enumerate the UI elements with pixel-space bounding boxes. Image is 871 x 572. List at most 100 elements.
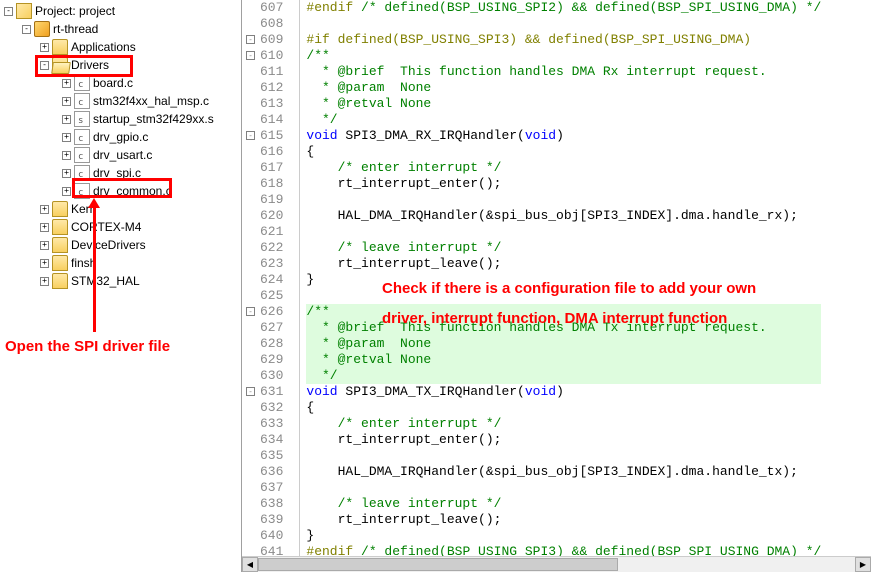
tree-node-board-c[interactable]: + board.c <box>0 74 241 92</box>
project-tree-pane: - Project: project - rt-thread + Applica… <box>0 0 242 572</box>
tree-node-kernel[interactable]: + Kern <box>0 200 241 218</box>
code-editor-pane: 607608609-610-611612613614615-6166176186… <box>242 0 871 572</box>
horizontal-scrollbar[interactable]: ◀ ▶ <box>242 556 871 572</box>
code-line[interactable]: */ <box>306 368 821 384</box>
expander-plus-icon[interactable]: + <box>62 79 71 88</box>
fold-toggle-icon[interactable]: - <box>246 387 255 396</box>
code-line[interactable]: void SPI3_DMA_TX_IRQHandler(void) <box>306 384 821 400</box>
code-line[interactable]: * @brief This function handles DMA Rx in… <box>306 64 821 80</box>
tree-node-hal-msp-c[interactable]: + stm32f4xx_hal_msp.c <box>0 92 241 110</box>
code-line[interactable]: /* leave interrupt */ <box>306 240 821 256</box>
c-file-icon <box>74 129 90 145</box>
line-number: 632 <box>260 400 283 416</box>
line-number: 631- <box>260 384 283 400</box>
code-line[interactable]: /* enter interrupt */ <box>306 160 821 176</box>
tree-node-drv-spi-c[interactable]: + drv_spi.c <box>0 164 241 182</box>
code-line[interactable]: } <box>306 528 821 544</box>
code-line[interactable]: #if defined(BSP_USING_SPI3) && defined(B… <box>306 32 821 48</box>
line-number: 640 <box>260 528 283 544</box>
code-line[interactable] <box>306 448 821 464</box>
tree-label: Kern <box>71 200 96 218</box>
expander-minus-icon[interactable]: - <box>22 25 31 34</box>
code-line[interactable] <box>306 288 821 304</box>
code-line[interactable]: void SPI3_DMA_RX_IRQHandler(void) <box>306 128 821 144</box>
code-line[interactable]: */ <box>306 112 821 128</box>
expander-plus-icon[interactable]: + <box>62 115 71 124</box>
code-line[interactable]: * @param None <box>306 336 821 352</box>
expander-minus-icon[interactable]: - <box>40 61 49 70</box>
expander-plus-icon[interactable]: + <box>62 97 71 106</box>
line-number: 615- <box>260 128 283 144</box>
expander-plus-icon[interactable]: + <box>40 241 49 250</box>
expander-plus-icon[interactable]: + <box>40 223 49 232</box>
code-line[interactable]: rt_interrupt_leave(); <box>306 256 821 272</box>
fold-toggle-icon[interactable]: - <box>246 307 255 316</box>
code-line[interactable]: * @retval None <box>306 96 821 112</box>
code-line[interactable]: rt_interrupt_enter(); <box>306 432 821 448</box>
code-line[interactable] <box>306 192 821 208</box>
tree-node-applications[interactable]: + Applications <box>0 38 241 56</box>
line-number: 633 <box>260 416 283 432</box>
code-line[interactable]: * @retval None <box>306 352 821 368</box>
code-line[interactable]: #endif /* defined(BSP_USING_SPI2) && def… <box>306 0 821 16</box>
tree-node-drv-gpio-c[interactable]: + drv_gpio.c <box>0 128 241 146</box>
fold-toggle-icon[interactable]: - <box>246 35 255 44</box>
scroll-left-icon[interactable]: ◀ <box>242 557 258 572</box>
line-number: 625 <box>260 288 283 304</box>
scrollbar-track[interactable] <box>258 557 855 572</box>
c-file-icon <box>74 147 90 163</box>
tree-node-drv-usart-c[interactable]: + drv_usart.c <box>0 146 241 164</box>
code-line[interactable]: rt_interrupt_enter(); <box>306 176 821 192</box>
code-line[interactable]: HAL_DMA_IRQHandler(&spi_bus_obj[SPI3_IND… <box>306 208 821 224</box>
code-line[interactable]: } <box>306 272 821 288</box>
project-icon <box>16 3 32 19</box>
code-line[interactable] <box>306 224 821 240</box>
line-number: 622 <box>260 240 283 256</box>
code-line[interactable]: /** <box>306 48 821 64</box>
expander-plus-icon[interactable]: + <box>62 151 71 160</box>
scrollbar-thumb[interactable] <box>258 558 618 571</box>
project-root-node[interactable]: - Project: project <box>0 2 241 20</box>
asm-file-icon <box>74 111 90 127</box>
code-line[interactable]: HAL_DMA_IRQHandler(&spi_bus_obj[SPI3_IND… <box>306 464 821 480</box>
line-number: 621 <box>260 224 283 240</box>
code-content[interactable]: #endif /* defined(BSP_USING_SPI2) && def… <box>300 0 821 572</box>
tree-node-cortex-m4[interactable]: + CORTEX-M4 <box>0 218 241 236</box>
code-line[interactable]: { <box>306 144 821 160</box>
code-line[interactable]: /** <box>306 304 821 320</box>
tree-node-drv-common-c[interactable]: + drv_common.c <box>0 182 241 200</box>
code-line[interactable]: /* leave interrupt */ <box>306 496 821 512</box>
folder-icon <box>52 219 68 235</box>
tree-node-drivers[interactable]: - Drivers <box>0 56 241 74</box>
expander-plus-icon[interactable]: + <box>62 133 71 142</box>
code-line[interactable]: * @brief This function handles DMA Tx in… <box>306 320 821 336</box>
line-number: 612 <box>260 80 283 96</box>
tree-label: drv_common.c <box>93 182 172 200</box>
code-line[interactable] <box>306 480 821 496</box>
code-line[interactable]: /* enter interrupt */ <box>306 416 821 432</box>
expander-plus-icon[interactable]: + <box>40 277 49 286</box>
fold-toggle-icon[interactable]: - <box>246 131 255 140</box>
tree-label: STM32_HAL <box>71 272 140 290</box>
expander-plus-icon[interactable]: + <box>40 205 49 214</box>
tree-node-startup-s[interactable]: + startup_stm32f429xx.s <box>0 110 241 128</box>
line-number: 619 <box>260 192 283 208</box>
tree-label: Applications <box>71 38 136 56</box>
tree-node-finsh[interactable]: + finsh <box>0 254 241 272</box>
expander-minus-icon[interactable]: - <box>4 7 13 16</box>
code-line[interactable] <box>306 16 821 32</box>
code-line[interactable]: rt_interrupt_leave(); <box>306 512 821 528</box>
tree-node-devicedrivers[interactable]: + DeviceDrivers <box>0 236 241 254</box>
expander-plus-icon[interactable]: + <box>40 43 49 52</box>
line-number: 628 <box>260 336 283 352</box>
code-line[interactable]: { <box>306 400 821 416</box>
scroll-right-icon[interactable]: ▶ <box>855 557 871 572</box>
folder-icon <box>52 237 68 253</box>
expander-plus-icon[interactable]: + <box>62 187 71 196</box>
fold-toggle-icon[interactable]: - <box>246 51 255 60</box>
tree-node-rt-thread[interactable]: - rt-thread <box>0 20 241 38</box>
code-line[interactable]: * @param None <box>306 80 821 96</box>
expander-plus-icon[interactable]: + <box>62 169 71 178</box>
tree-node-stm32-hal[interactable]: + STM32_HAL <box>0 272 241 290</box>
expander-plus-icon[interactable]: + <box>40 259 49 268</box>
